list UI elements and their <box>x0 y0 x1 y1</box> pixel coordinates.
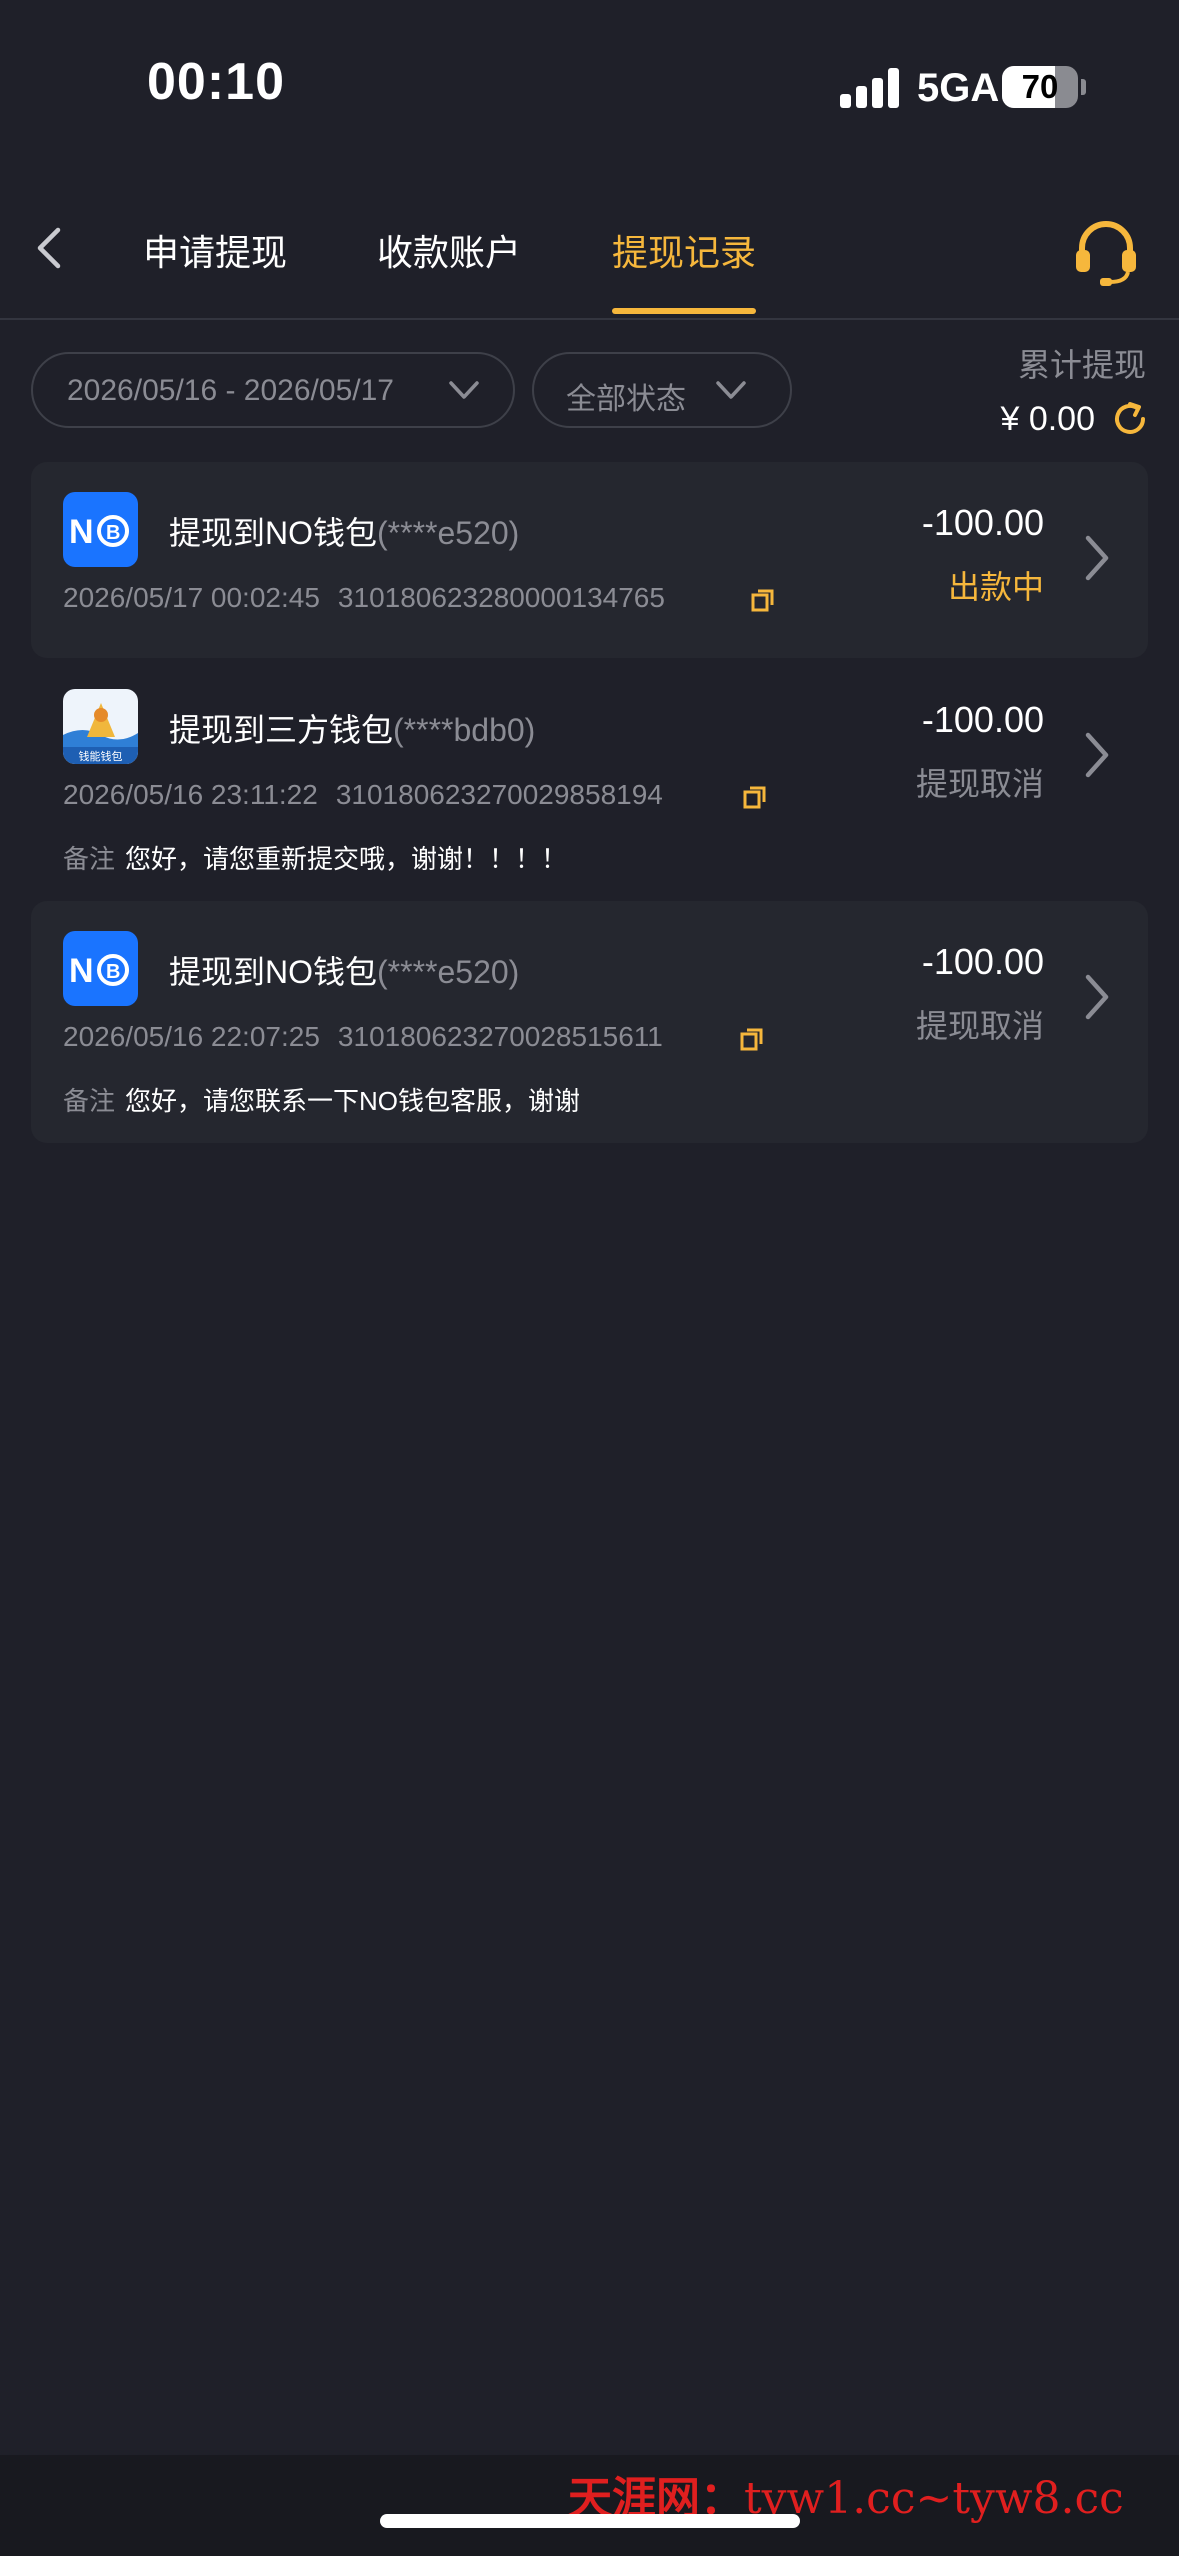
record-title: 提现到NO钱包(****e520) <box>169 508 519 554</box>
refresh-icon[interactable] <box>1110 399 1150 439</box>
copy-icon[interactable] <box>738 1025 766 1053</box>
no-wallet-logo-icon: N B <box>63 931 138 1006</box>
record-status: 提现取消 <box>915 766 1044 802</box>
withdraw-record[interactable]: N B 提现到NO钱包(****e520) 2026/05/16 22:07:2… <box>31 901 1148 1143</box>
record-datetime: 2026/05/16 23:11:22 <box>63 779 318 810</box>
withdraw-record[interactable]: N B 提现到NO钱包(****e520) 2026/05/17 00:02:4… <box>31 462 1148 658</box>
record-note-text: 您好，请您联系一下NO钱包客服，谢谢 <box>125 1086 581 1116</box>
no-wallet-logo-icon: N B <box>63 492 138 567</box>
status-filter[interactable]: 全部状态 <box>532 352 792 428</box>
svg-text:B: B <box>106 522 120 544</box>
record-status: 出款中 <box>947 569 1044 605</box>
tab-apply-withdraw[interactable]: 申请提现 <box>143 224 287 276</box>
chevron-left-icon <box>37 227 61 269</box>
chevron-down-icon <box>449 381 479 399</box>
home-indicator[interactable] <box>380 2514 800 2528</box>
withdraw-record[interactable]: 钱能钱包 提现到三方钱包(****bdb0) 2026/05/16 23:11:… <box>31 659 1148 899</box>
record-amount: -100.00 <box>921 699 1044 740</box>
record-datetime: 2026/05/17 00:02:45 <box>63 582 320 613</box>
date-range-filter[interactable]: 2026/05/16 - 2026/05/17 <box>31 352 515 428</box>
record-note-label: 备注 <box>63 1086 116 1116</box>
chevron-right-icon <box>1085 535 1109 581</box>
record-note: 备注 您好，请您联系一下NO钱包客服，谢谢 <box>63 1081 580 1118</box>
record-account: (****e520) <box>377 515 520 551</box>
battery-icon: 70 <box>1002 66 1078 108</box>
record-title: 提现到三方钱包(****bdb0) <box>169 705 535 751</box>
battery-cap <box>1081 79 1086 95</box>
nav-bar: 申请提现 收款账户 提现记录 <box>0 180 1179 320</box>
record-status: 提现取消 <box>915 1008 1044 1044</box>
status-filter-text: 全部状态 <box>566 383 686 416</box>
record-order-no: 310180623270028515611 <box>337 1021 663 1052</box>
record-amount: -100.00 <box>921 941 1044 982</box>
third-party-logo-text: 钱能钱包 <box>79 749 123 763</box>
record-destination: 提现到NO钱包 <box>169 515 378 551</box>
total-withdraw-label: 累计提现 <box>1017 347 1146 383</box>
chevron-right-icon <box>1085 974 1109 1020</box>
copy-icon[interactable] <box>741 783 769 811</box>
record-destination: 提现到三方钱包 <box>169 712 394 748</box>
battery-percent: 70 <box>1021 68 1059 105</box>
record-note: 备注 您好，请您重新提交哦，谢谢！！！！ <box>63 839 567 876</box>
copy-icon[interactable] <box>749 586 777 614</box>
third-party-wallet-logo-icon: 钱能钱包 <box>63 689 138 764</box>
record-order-no: 310180623280000134765 <box>337 582 665 613</box>
record-datetime: 2026/05/16 22:07:25 <box>63 1021 320 1052</box>
svg-text:N: N <box>69 513 94 551</box>
record-note-label: 备注 <box>63 844 116 874</box>
record-meta: 2026/05/17 00:02:45 310180623280000134765 <box>63 582 665 614</box>
record-note-text: 您好，请您重新提交哦，谢谢！！！！ <box>125 844 568 874</box>
record-meta: 2026/05/16 22:07:25 310180623270028515611 <box>63 1021 663 1053</box>
tab-payee-accounts[interactable]: 收款账户 <box>377 224 521 276</box>
svg-text:B: B <box>106 961 120 983</box>
status-time: 00:10 <box>147 53 285 111</box>
record-account: (****e520) <box>377 954 520 990</box>
chevron-right-icon <box>1085 732 1109 778</box>
record-meta: 2026/05/16 23:11:22 310180623270029858194 <box>63 779 663 811</box>
date-range-text: 2026/05/16 - 2026/05/17 <box>67 374 394 407</box>
total-withdraw-value: ¥ 0.00 <box>1000 400 1095 438</box>
back-button[interactable] <box>26 220 74 276</box>
status-bar: 00:10 5GA 70 <box>0 0 1179 180</box>
record-title: 提现到NO钱包(****e520) <box>169 947 519 993</box>
record-order-no: 310180623270029858194 <box>335 779 663 810</box>
watermark-url: tyw1.cc~tyw8.cc <box>744 2473 1124 2524</box>
tab-withdraw-records[interactable]: 提现记录 <box>612 224 756 276</box>
network-type: 5GA <box>917 66 1000 110</box>
svg-text:N: N <box>69 952 94 990</box>
cellular-signal-icon <box>840 68 900 108</box>
customer-service-button[interactable] <box>1070 216 1142 288</box>
record-amount: -100.00 <box>921 502 1044 543</box>
headset-icon <box>1076 221 1136 286</box>
record-account: (****bdb0) <box>393 712 536 748</box>
record-destination: 提现到NO钱包 <box>169 954 378 990</box>
active-tab-indicator <box>612 308 756 314</box>
chevron-down-icon <box>716 381 746 399</box>
